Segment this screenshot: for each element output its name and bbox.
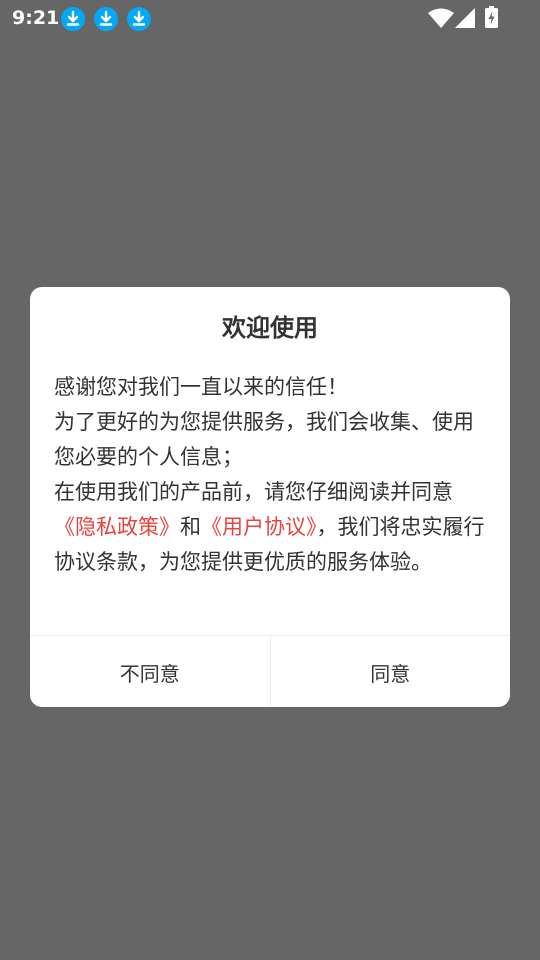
agree-button[interactable]: 同意 <box>271 636 511 707</box>
body-line: 在使用我们的产品前，请您仔细阅读并同意《隐私政策》和《用户协议》，我们将忠实履行… <box>54 475 490 580</box>
cell-signal-icon <box>455 8 475 28</box>
body-text: 和 <box>180 515 201 539</box>
dialog-body: 感谢您对我们一直以来的信任！ 为了更好的为您提供服务，我们会收集、使用您必要的个… <box>54 370 490 580</box>
download-icon <box>127 7 151 31</box>
body-line: 感谢您对我们一直以来的信任！ <box>54 375 348 399</box>
dialog-title: 欢迎使用 <box>222 314 318 342</box>
dialog-footer: 不同意 同意 <box>30 635 510 707</box>
welcome-dialog: 欢迎使用 感谢您对我们一直以来的信任！ 为了更好的为您提供服务，我们会收集、使用… <box>30 287 510 707</box>
body-text: 在使用我们的产品前，请您仔细阅读并同意 <box>54 480 453 504</box>
battery-charging-icon <box>485 6 498 28</box>
disagree-button[interactable]: 不同意 <box>30 636 270 707</box>
wifi-icon <box>428 8 454 28</box>
privacy-policy-link[interactable]: 《隐私政策》 <box>54 515 180 539</box>
status-time: 9:21 <box>12 7 60 29</box>
user-agreement-link[interactable]: 《用户协议》 <box>201 515 317 539</box>
status-bar: 9:21 <box>0 0 540 36</box>
body-line: 为了更好的为您提供服务，我们会收集、使用您必要的个人信息； <box>54 410 474 469</box>
download-icon <box>94 7 118 31</box>
download-icon <box>61 7 85 31</box>
